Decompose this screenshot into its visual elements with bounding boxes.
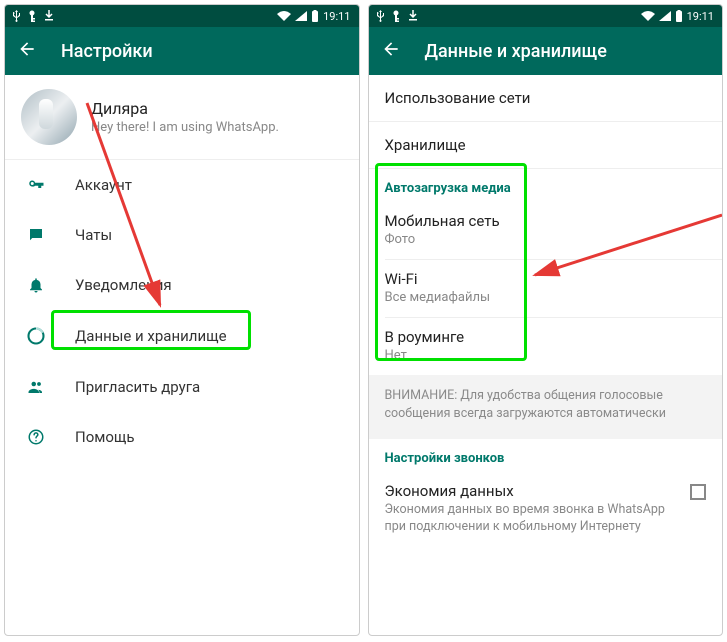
item-network-usage[interactable]: Использование сети bbox=[369, 75, 723, 121]
setting-label: Чаты bbox=[75, 226, 112, 244]
status-right: 19:11 bbox=[641, 10, 714, 23]
item-subtitle: Экономия данных во время звонка в WhatsA… bbox=[385, 502, 681, 536]
wifi-icon bbox=[641, 11, 655, 21]
item-subtitle: Все медиафайлы bbox=[385, 290, 707, 305]
profile-status: Hey there! I am using WhatsApp. bbox=[91, 120, 279, 135]
setting-label: Аккаунт bbox=[75, 176, 132, 194]
appbar-title: Настройки bbox=[61, 41, 153, 62]
item-roaming[interactable]: В роуминге Нет bbox=[369, 318, 723, 375]
section-title-calls: Настройки звонков bbox=[369, 439, 723, 472]
app-bar: Настройки bbox=[5, 27, 359, 75]
usb-icon bbox=[377, 10, 384, 22]
setting-label: Уведомления bbox=[75, 276, 172, 294]
app-bar: Данные и хранилище bbox=[369, 27, 723, 75]
item-data-saver[interactable]: Экономия данных Экономия данных во время… bbox=[369, 472, 723, 552]
setting-item-notifications[interactable]: Уведомления bbox=[5, 260, 359, 310]
item-storage[interactable]: Хранилище bbox=[369, 122, 723, 168]
setting-label: Помощь bbox=[75, 428, 135, 446]
appbar-title: Данные и хранилище bbox=[425, 41, 607, 62]
key-icon bbox=[25, 176, 47, 194]
item-label: Хранилище bbox=[385, 136, 707, 154]
status-time: 19:11 bbox=[323, 10, 350, 23]
back-arrow-icon bbox=[17, 39, 37, 59]
voice-note: ВНИМАНИЕ: Для удобства общения голосовые… bbox=[369, 375, 723, 439]
status-left bbox=[13, 10, 54, 22]
setting-label: Пригласить друга bbox=[75, 378, 200, 396]
section-title-autodownload: Автозагрузка медиа bbox=[369, 169, 723, 202]
item-wifi[interactable]: Wi-Fi Все медиафайлы bbox=[369, 260, 723, 317]
signal-icon bbox=[295, 11, 307, 21]
setting-item-data[interactable]: Данные и хранилище bbox=[5, 310, 359, 362]
item-title: Wi-Fi bbox=[385, 270, 707, 288]
people-icon bbox=[25, 378, 47, 396]
section-autodownload: Автозагрузка медиа Мобильная сеть Фото W… bbox=[369, 168, 723, 375]
item-label: Использование сети bbox=[385, 89, 707, 107]
download-icon bbox=[44, 10, 54, 22]
setting-item-account[interactable]: Аккаунт bbox=[5, 160, 359, 210]
item-title: Мобильная сеть bbox=[385, 212, 707, 230]
wifi-icon bbox=[277, 11, 291, 21]
chat-icon bbox=[25, 226, 47, 244]
key-icon bbox=[392, 10, 400, 22]
battery-icon bbox=[675, 10, 683, 22]
profile-row[interactable]: Диляра Hey there! I am using WhatsApp. bbox=[5, 75, 359, 159]
item-title: Экономия данных bbox=[385, 482, 681, 500]
item-mobile-data[interactable]: Мобильная сеть Фото bbox=[369, 202, 723, 259]
status-bar: 19:11 bbox=[5, 5, 359, 27]
back-button[interactable] bbox=[17, 39, 37, 63]
status-left bbox=[377, 10, 418, 22]
setting-item-invite[interactable]: Пригласить друга bbox=[5, 362, 359, 412]
profile-name: Диляра bbox=[91, 99, 279, 118]
setting-item-chats[interactable]: Чаты bbox=[5, 210, 359, 260]
setting-label: Данные и хранилище bbox=[75, 327, 227, 345]
settings-list: Аккаунт Чаты Уведомления Данные и хранил… bbox=[5, 160, 359, 462]
data-usage-icon bbox=[25, 326, 47, 346]
checkbox-unchecked[interactable] bbox=[690, 484, 706, 500]
status-bar: 19:11 bbox=[369, 5, 723, 27]
signal-icon bbox=[659, 11, 671, 21]
phone-left-settings: 19:11 Настройки Диляра Hey there! I am u… bbox=[4, 4, 360, 636]
item-subtitle: Нет bbox=[385, 348, 707, 363]
status-right: 19:11 bbox=[277, 10, 350, 23]
usb-icon bbox=[13, 10, 20, 22]
battery-icon bbox=[311, 10, 319, 22]
setting-item-help[interactable]: Помощь bbox=[5, 412, 359, 462]
item-title: В роуминге bbox=[385, 328, 707, 346]
back-arrow-icon bbox=[381, 39, 401, 59]
phone-right-data-storage: 19:11 Данные и хранилище Использование с… bbox=[368, 4, 724, 636]
item-subtitle: Фото bbox=[385, 232, 707, 247]
status-time: 19:11 bbox=[687, 10, 714, 23]
help-icon bbox=[25, 428, 47, 446]
download-icon bbox=[408, 10, 418, 22]
back-button[interactable] bbox=[381, 39, 401, 63]
bell-icon bbox=[25, 276, 47, 294]
key-icon bbox=[28, 10, 36, 22]
avatar bbox=[21, 89, 77, 145]
